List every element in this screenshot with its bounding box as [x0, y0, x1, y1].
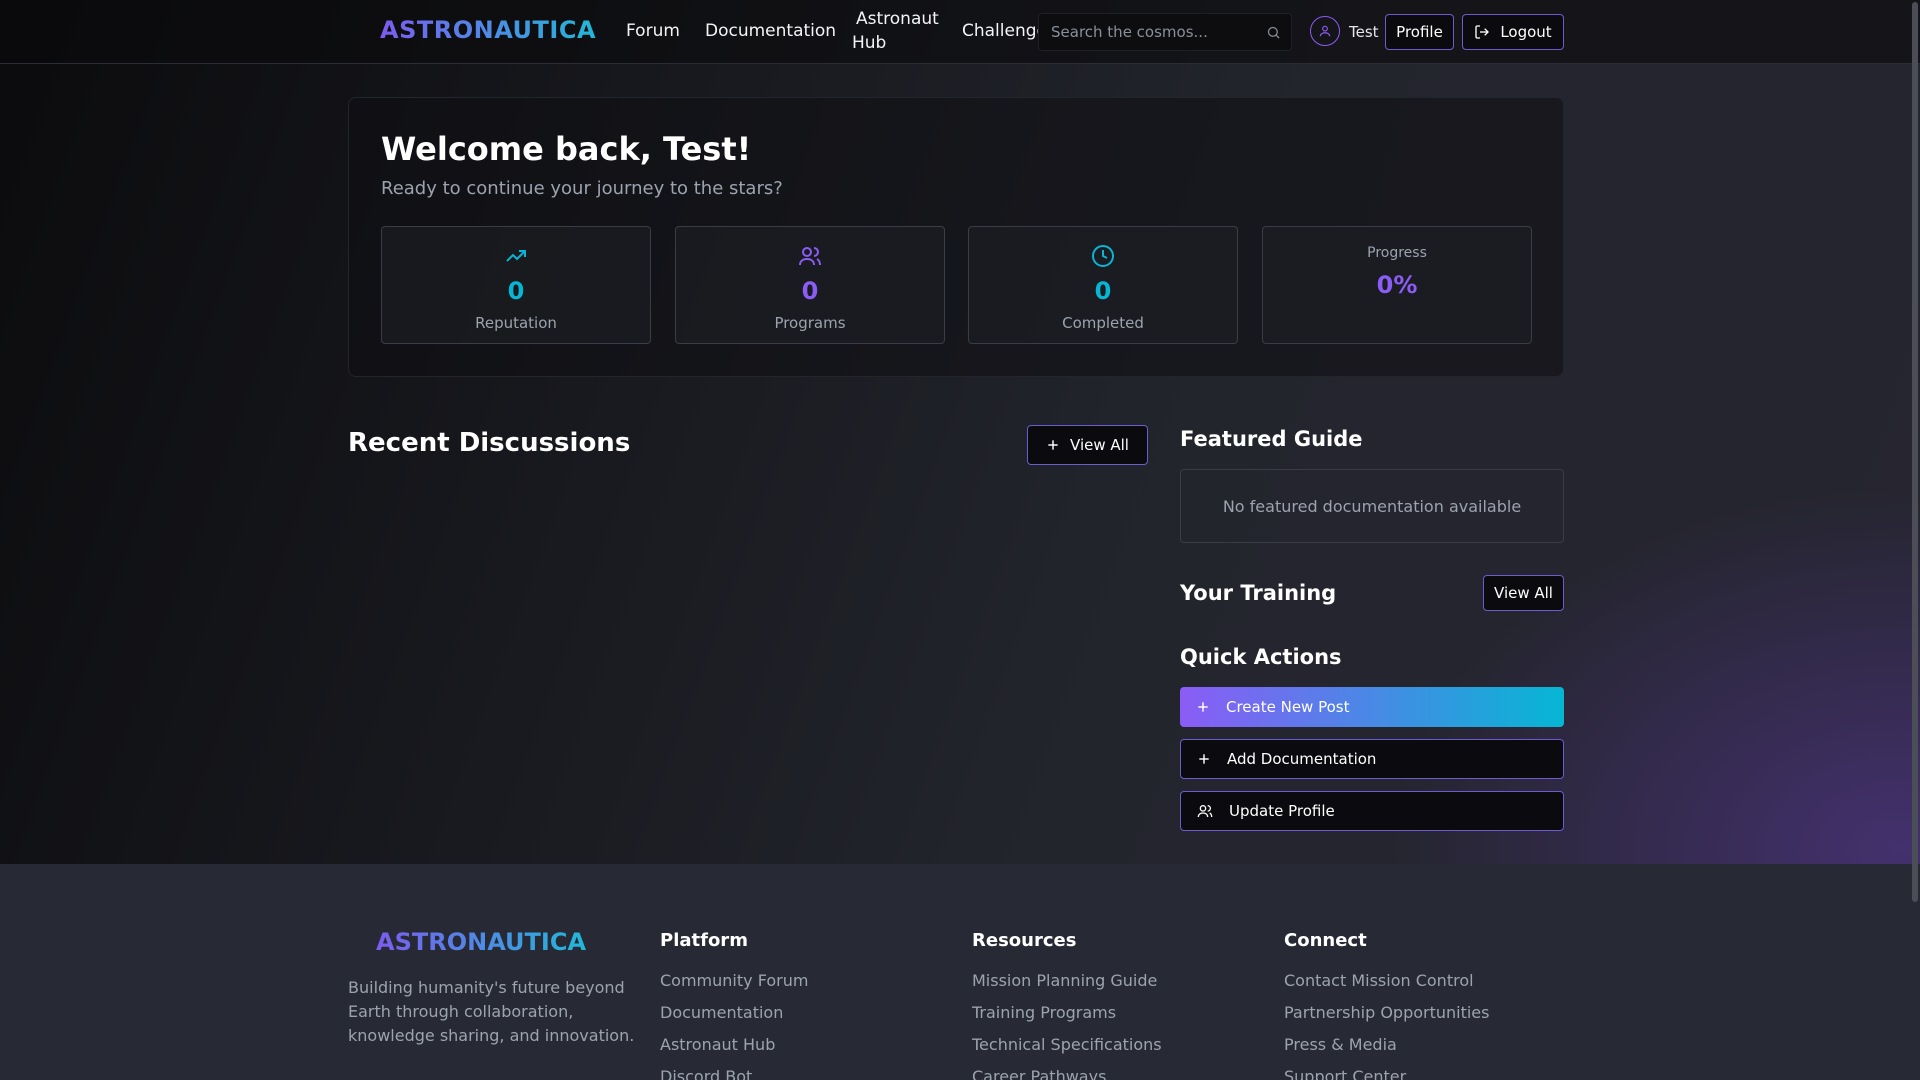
featured-empty-state: No featured documentation available [1180, 469, 1564, 543]
update-profile-button[interactable]: Update Profile [1180, 791, 1564, 831]
welcome-subtitle: Ready to continue your journey to the st… [381, 178, 783, 199]
footer-link[interactable]: Documentation [660, 1003, 808, 1035]
nav-forum[interactable]: Forum [626, 21, 680, 41]
footer-link[interactable]: Career Pathways [972, 1067, 1162, 1080]
your-training-title: Your Training [1180, 581, 1337, 605]
training-view-all-button[interactable]: View All [1483, 575, 1564, 611]
footer-logo[interactable]: ASTRONAUTICA [376, 928, 586, 956]
quick-actions-title: Quick Actions [1180, 645, 1342, 669]
stat-label: Programs [774, 314, 846, 332]
footer-link[interactable]: Partnership Opportunities [1284, 1003, 1489, 1035]
footer-link[interactable]: Press & Media [1284, 1035, 1489, 1067]
clock-icon [1091, 244, 1115, 272]
search-box [1038, 13, 1292, 51]
featured-guide-title: Featured Guide [1180, 427, 1363, 451]
footer-column-title: Connect [1284, 930, 1367, 951]
plus-icon [1198, 702, 1208, 712]
footer-column-title: Platform [660, 930, 748, 951]
stat-reputation: 0 Reputation [381, 226, 651, 344]
footer-link[interactable]: Astronaut Hub [660, 1035, 808, 1067]
add-documentation-button[interactable]: Add Documentation [1180, 739, 1564, 779]
stat-value: 0 [1094, 277, 1112, 305]
scrollbar-thumb[interactable] [1912, 2, 1918, 902]
search-input[interactable] [1039, 14, 1259, 50]
footer-background [0, 864, 1920, 1080]
page-scrollbar[interactable] [1910, 0, 1920, 1080]
stat-label: Completed [1062, 314, 1144, 332]
footer-link[interactable]: Support Center [1284, 1067, 1489, 1080]
logout-button-label: Logout [1500, 23, 1552, 41]
view-all-label: View All [1494, 584, 1553, 602]
update-profile-label: Update Profile [1229, 802, 1335, 820]
footer-link[interactable]: Training Programs [972, 1003, 1162, 1035]
user-name: Test [1349, 23, 1379, 41]
nav-documentation[interactable]: Documentation [705, 21, 836, 41]
footer-column-platform: Platform Community Forum Documentation A… [660, 930, 808, 1080]
create-new-post-button[interactable]: Create New Post [1180, 687, 1564, 727]
stat-value: 0 [801, 277, 819, 305]
progress-value: 0% [1376, 271, 1418, 299]
plus-icon [1048, 440, 1058, 450]
stat-progress: Progress 0% [1262, 226, 1532, 344]
users-icon [798, 244, 822, 272]
add-documentation-label: Add Documentation [1227, 750, 1377, 768]
footer-description: Building humanity's future beyond Earth … [348, 978, 635, 1045]
view-all-label: View All [1070, 436, 1129, 454]
stat-label: Reputation [475, 314, 557, 332]
nav-astronaut-hub-line1[interactable]: Astronaut [856, 9, 939, 29]
site-logo[interactable]: ASTRONAUTICA [380, 16, 596, 44]
footer-column-connect: Connect Contact Mission Control Partners… [1284, 930, 1489, 1080]
footer-column-title: Resources [972, 930, 1077, 951]
stat-programs: 0 Programs [675, 226, 945, 344]
logout-button[interactable]: Logout [1462, 14, 1564, 50]
logout-icon [1475, 25, 1490, 39]
footer-link[interactable]: Mission Planning Guide [972, 971, 1162, 1003]
nav-astronaut-hub-line2[interactable]: Hub [852, 33, 886, 53]
search-icon[interactable] [1266, 25, 1281, 44]
nav-challenges[interactable]: Challenges [962, 21, 1038, 41]
users-icon [1197, 805, 1213, 818]
footer-link[interactable]: Contact Mission Control [1284, 971, 1489, 1003]
user-avatar[interactable] [1310, 16, 1340, 46]
stat-value: 0 [507, 277, 525, 305]
welcome-title: Welcome back, Test! [381, 130, 752, 168]
welcome-card: Welcome back, Test! Ready to continue yo… [348, 97, 1564, 377]
footer-link[interactable]: Community Forum [660, 971, 808, 1003]
create-new-post-label: Create New Post [1226, 698, 1350, 716]
footer-column-resources: Resources Mission Planning Guide Trainin… [972, 930, 1162, 1080]
discussions-view-all-button[interactable]: View All [1027, 425, 1148, 465]
progress-title: Progress [1367, 245, 1427, 261]
user-icon [1319, 25, 1331, 37]
footer-link[interactable]: Discord Bot [660, 1067, 808, 1080]
profile-button[interactable]: Profile [1385, 14, 1454, 50]
plus-icon [1199, 754, 1209, 764]
top-navbar: ASTRONAUTICA Forum Documentation Astrona… [0, 0, 1920, 64]
footer-link[interactable]: Technical Specifications [972, 1035, 1162, 1067]
stat-completed: 0 Completed [968, 226, 1238, 344]
profile-button-label: Profile [1396, 23, 1443, 41]
recent-discussions-title: Recent Discussions [348, 428, 631, 458]
trending-up-icon [504, 244, 528, 272]
